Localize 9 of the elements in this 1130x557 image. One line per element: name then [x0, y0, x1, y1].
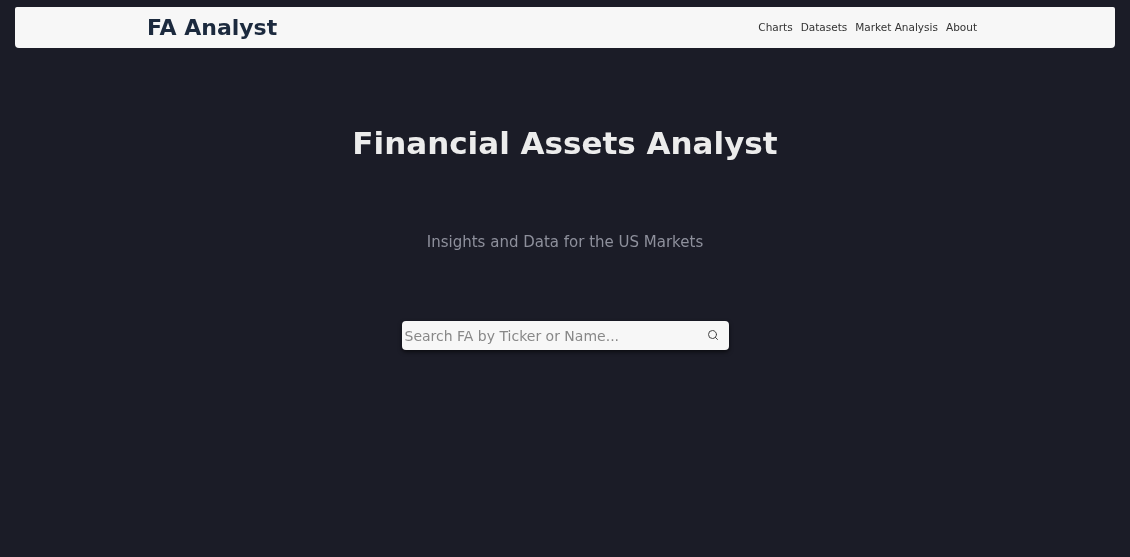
search-icon[interactable]: [706, 329, 719, 341]
hero-title: Financial Assets Analyst: [352, 124, 778, 163]
search-field[interactable]: Search FA by Ticker or Name...: [401, 321, 729, 350]
nav-link[interactable]: Market Analysis: [855, 19, 938, 36]
nav-link[interactable]: Charts: [758, 19, 793, 36]
hero-subtitle: Insights and Data for the US Markets: [426, 231, 704, 253]
brand-logo[interactable]: FA Analyst: [147, 11, 278, 44]
nav-link[interactable]: About: [945, 19, 977, 36]
nav-link[interactable]: Datasets: [800, 19, 848, 36]
